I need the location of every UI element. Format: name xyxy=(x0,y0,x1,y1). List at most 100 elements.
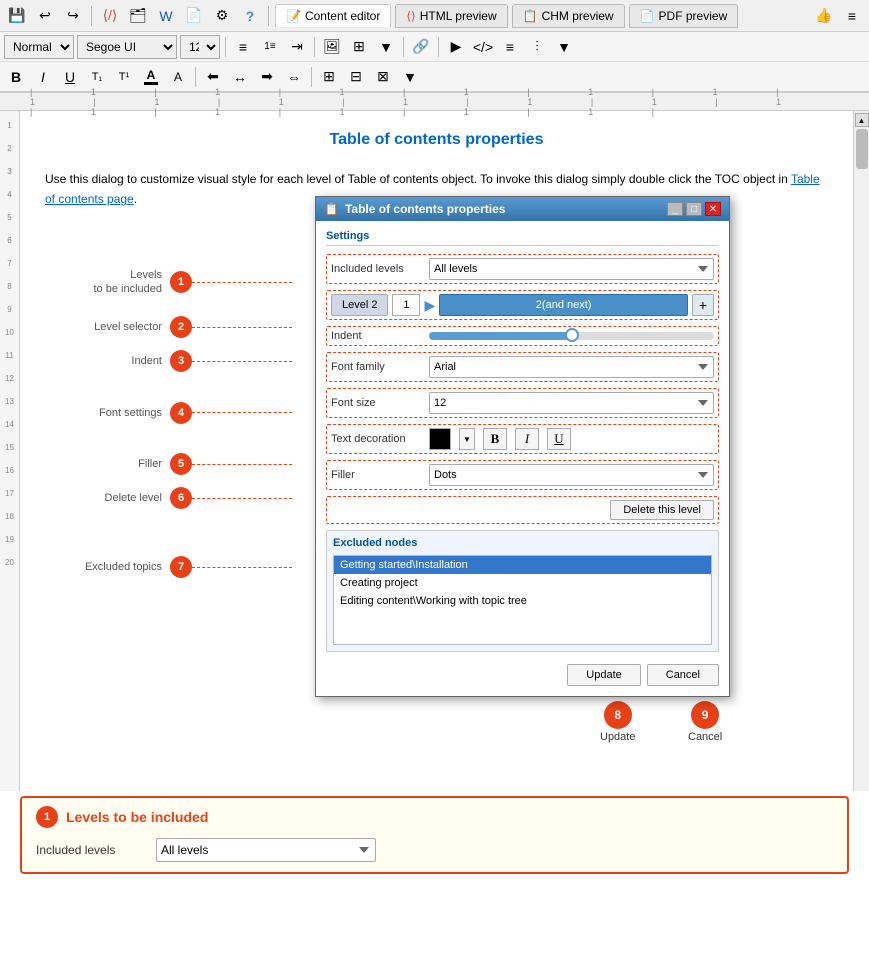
list-indent-icon[interactable]: ⇥ xyxy=(285,35,309,59)
quick-access-undo-icon[interactable]: ↩ xyxy=(33,4,57,28)
excluded-item-0[interactable]: Getting started\Installation xyxy=(334,556,711,574)
ann-circle-2: 2 xyxy=(170,316,192,338)
delete-level-row: Delete this level xyxy=(326,496,719,524)
tab-pdf-preview[interactable]: 📄 PDF preview xyxy=(629,4,739,28)
font-size-dialog-select[interactable]: 12 xyxy=(429,392,714,414)
ann-dashed-3 xyxy=(192,361,292,362)
font-size-select[interactable]: 12 xyxy=(180,35,220,59)
menu-icon[interactable]: ≡ xyxy=(840,4,864,28)
dialog-update-btn[interactable]: Update xyxy=(567,664,640,686)
bottom-ann-circle-1: 1 xyxy=(36,806,58,828)
font-family-select[interactable]: Segoe UI xyxy=(77,35,177,59)
ann-dashed-7 xyxy=(192,567,292,568)
font-color-icon[interactable]: A xyxy=(139,65,163,89)
excluded-item-1[interactable]: Creating project xyxy=(334,574,711,592)
more-format-icon[interactable]: ▼ xyxy=(398,65,422,89)
vertical-scrollbar[interactable]: ▲ xyxy=(853,111,869,791)
dialog-maximize-btn[interactable]: □ xyxy=(686,202,702,216)
excluded-item-2[interactable]: Editing content\Working with topic tree xyxy=(334,592,711,610)
delete-level-btn[interactable]: Delete this level xyxy=(610,500,714,520)
help-icon[interactable]: ? xyxy=(238,4,262,28)
highlight-icon[interactable]: A xyxy=(166,65,190,89)
ann-circle-7: 7 xyxy=(170,556,192,578)
toc-dialog: 📋 Table of contents properties _ □ ✕ Set… xyxy=(315,196,730,697)
subscript-icon[interactable]: T₁ xyxy=(85,65,109,89)
align-justify-icon[interactable]: ⇔ xyxy=(282,65,306,89)
ann-dashed-6 xyxy=(192,498,292,499)
ann-circle-3: 3 xyxy=(170,350,192,372)
italic-icon[interactable]: I xyxy=(31,65,55,89)
list-ordered-icon[interactable]: 1≡ xyxy=(258,35,282,59)
tab-chm-preview[interactable]: 📋 CHM preview xyxy=(512,4,625,28)
bottom-form-row: Included levels All levels xyxy=(36,836,833,864)
bold-icon[interactable]: B xyxy=(4,65,28,89)
word-icon[interactable]: W xyxy=(154,4,178,28)
included-levels-select[interactable]: All levels xyxy=(429,258,714,280)
level-2-btn[interactable]: Level 2 xyxy=(331,294,388,316)
scroll-thumb[interactable] xyxy=(856,129,868,169)
project-icon[interactable]: 🗂 xyxy=(126,4,150,28)
filler-select[interactable]: Dots xyxy=(429,464,714,486)
dialog-minimize-btn[interactable]: _ xyxy=(667,202,683,216)
separator xyxy=(403,37,404,57)
font-size-row: Font size 12 xyxy=(326,388,719,418)
align-center-icon[interactable]: ↔ xyxy=(228,65,252,89)
ann-dashed-2 xyxy=(192,327,292,328)
paragraph-style-select[interactable]: Normal xyxy=(4,35,74,59)
column-icon[interactable]: ⫶ xyxy=(525,35,549,59)
chm-preview-label: CHM preview xyxy=(542,9,614,23)
indent-row: Indent xyxy=(326,326,719,346)
scroll-up-btn[interactable]: ▲ xyxy=(855,113,869,127)
table-options-icon[interactable]: ▼ xyxy=(374,35,398,59)
ann-label-4: Font settings xyxy=(50,407,170,419)
align-right-icon[interactable]: ➡ xyxy=(255,65,279,89)
level-next-btn[interactable]: 2(and next) xyxy=(439,294,688,316)
indent-slider-thumb[interactable] xyxy=(565,328,579,342)
tab-content-editor[interactable]: 📝 Content editor xyxy=(275,4,391,27)
quick-access-save-icon[interactable]: 💾 xyxy=(5,4,29,28)
superscript-icon[interactable]: T¹ xyxy=(112,65,136,89)
dialog-close-btn[interactable]: ✕ xyxy=(705,202,721,216)
ann-label-2: Level selector xyxy=(50,321,170,333)
dialog-cancel-btn[interactable]: Cancel xyxy=(647,664,719,686)
settings-icon[interactable]: ⚙ xyxy=(210,4,234,28)
underline-dec-btn[interactable]: U xyxy=(547,428,571,450)
ann-circle-9: 9 xyxy=(691,701,719,729)
level-number-input[interactable] xyxy=(392,294,420,316)
list-unordered-icon[interactable]: ≡ xyxy=(231,35,255,59)
ann-circle-4: 4 xyxy=(170,402,192,424)
color-dropdown-btn[interactable]: ▼ xyxy=(459,428,475,450)
insert-video-icon[interactable]: ▶ xyxy=(444,35,468,59)
italic-dec-btn[interactable]: I xyxy=(515,428,539,450)
text-decoration-row: Text decoration ▼ B I U xyxy=(326,424,719,454)
insert-table-icon[interactable]: ⊞ xyxy=(347,35,371,59)
bottom-included-levels-select[interactable]: All levels xyxy=(156,838,376,862)
indent-slider-track[interactable] xyxy=(429,332,714,340)
underline-icon[interactable]: U xyxy=(58,65,82,89)
bottom-annotation-section: 1 Levels to be included Included levels … xyxy=(20,796,849,874)
font-family-dialog-select[interactable]: Arial xyxy=(429,356,714,378)
cell-options-icon[interactable]: ⊟ xyxy=(344,65,368,89)
insert-image-icon[interactable]: 🖼 xyxy=(320,35,344,59)
rating-icon[interactable]: 👍 xyxy=(812,4,836,28)
pdf-icon[interactable]: 📄 xyxy=(182,4,206,28)
bold-dec-btn[interactable]: B xyxy=(483,428,507,450)
color-swatch[interactable] xyxy=(429,428,451,450)
quick-access-redo-icon[interactable]: ↪ xyxy=(61,4,85,28)
ann-label-6: Delete level xyxy=(50,492,170,504)
more-options-icon[interactable]: ▼ xyxy=(552,35,576,59)
tab-html-preview[interactable]: ⟨⟩ HTML preview xyxy=(395,4,507,28)
code-icon[interactable]: ⟨/⟩ xyxy=(98,4,122,28)
text-align-icon[interactable]: ≡ xyxy=(498,35,522,59)
insert-code-icon[interactable]: </> xyxy=(471,35,495,59)
insert-link-icon[interactable]: 🔗 xyxy=(409,35,433,59)
cell-merge-icon[interactable]: ⊠ xyxy=(371,65,395,89)
level-add-btn[interactable]: + xyxy=(692,294,714,316)
ann-dashed-5 xyxy=(192,464,292,465)
align-left-icon[interactable]: ⬅ xyxy=(201,65,225,89)
annotation-8: 8 Update xyxy=(600,701,635,743)
insert-table2-icon[interactable]: ⊞ xyxy=(317,65,341,89)
excluded-list[interactable]: Getting started\Installation Creating pr… xyxy=(333,555,712,645)
ann-circle-6: 6 xyxy=(170,487,192,509)
indent-slider-fill xyxy=(429,332,572,340)
